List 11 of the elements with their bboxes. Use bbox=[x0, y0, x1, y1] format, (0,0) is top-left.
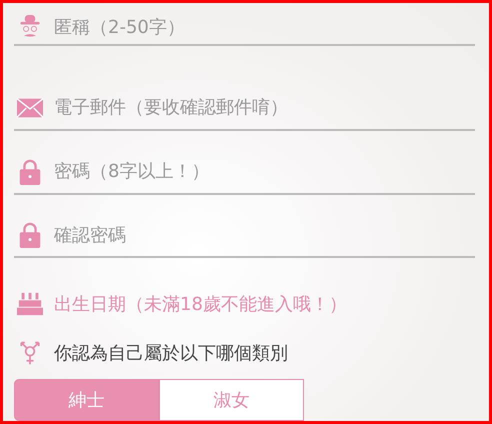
padlock-icon bbox=[17, 158, 43, 185]
input-field[interactable]: 匿稱（2-50字） bbox=[54, 14, 475, 41]
segment-option[interactable]: 紳士 bbox=[14, 379, 159, 422]
input-field[interactable]: 確認密碼 bbox=[54, 222, 475, 248]
cake-icon bbox=[17, 291, 43, 318]
padlock-icon bbox=[17, 222, 43, 248]
segment-option[interactable]: 淑女 bbox=[159, 379, 304, 422]
question-text: 你認為自己屬於以下哪個類別 bbox=[54, 342, 288, 365]
input-field[interactable]: 電子郵件（要收確認郵件唷） bbox=[54, 94, 475, 121]
input-field[interactable]: 密碼（8字以上！） bbox=[54, 158, 475, 185]
birthdate-field[interactable]: 出生日期（未滿18歲不能進入哦！） bbox=[54, 292, 347, 316]
